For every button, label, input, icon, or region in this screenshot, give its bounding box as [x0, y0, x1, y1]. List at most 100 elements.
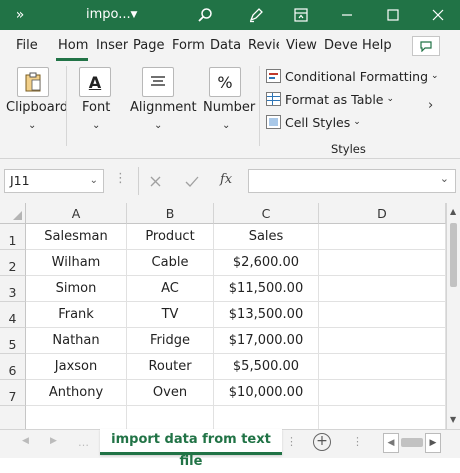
tab-formulas[interactable]: Form: [172, 38, 205, 53]
cell-b1[interactable]: Product: [127, 224, 214, 250]
cell-a1[interactable]: Salesman: [26, 224, 127, 250]
maximize-icon[interactable]: [383, 0, 403, 30]
row-header-6[interactable]: 6: [0, 354, 26, 380]
scroll-right-icon[interactable]: ▶: [425, 433, 441, 453]
conditional-formatting-button[interactable]: Conditional Formatting ⌄: [266, 67, 439, 85]
alignment-icon: [142, 67, 174, 97]
add-sheet-icon[interactable]: +: [313, 433, 331, 451]
column-header-b[interactable]: B: [127, 203, 214, 224]
dropdown-icon[interactable]: ▼: [128, 0, 140, 30]
row-header-5[interactable]: 5: [0, 328, 26, 354]
chevron-down-icon: ⌄: [353, 117, 361, 127]
row-header-2[interactable]: 2: [0, 250, 26, 276]
vertical-scrollbar[interactable]: ▲ ▼: [446, 203, 460, 429]
format-as-table-button[interactable]: Format as Table ⌄: [266, 90, 394, 108]
cell-a2[interactable]: Wilham: [26, 250, 127, 276]
cell-d2[interactable]: [319, 250, 446, 276]
cell-d8[interactable]: [319, 406, 446, 429]
more-icon: ⋮: [114, 171, 127, 186]
cell-a6[interactable]: Jaxson: [26, 354, 127, 380]
worksheet-grid: A B C D 1 2 3 4 5 6 7 Salesman Product S…: [0, 203, 446, 429]
column-header-d[interactable]: D: [319, 203, 446, 224]
row-header-4[interactable]: 4: [0, 302, 26, 328]
cell-d4[interactable]: [319, 302, 446, 328]
cell-c7[interactable]: $10,000.00: [214, 380, 319, 406]
conditional-formatting-icon: [266, 69, 281, 83]
tab-insert[interactable]: Inser: [96, 38, 128, 53]
cell-d3[interactable]: [319, 276, 446, 302]
prev-sheet-icon[interactable]: ◀: [22, 436, 29, 446]
sheet-tab[interactable]: import data from text file: [100, 429, 282, 469]
alignment-label: Alignment: [130, 100, 197, 115]
tab-data[interactable]: Data: [210, 38, 241, 53]
cell-c1[interactable]: Sales: [214, 224, 319, 250]
cell-d7[interactable]: [319, 380, 446, 406]
column-header-c[interactable]: C: [214, 203, 319, 224]
tab-developer[interactable]: Deve: [324, 38, 358, 53]
tab-file[interactable]: File: [16, 38, 38, 53]
name-box[interactable]: J11 ⌄: [4, 169, 104, 193]
cell-a8[interactable]: [26, 406, 127, 429]
cell-c2[interactable]: $2,600.00: [214, 250, 319, 276]
cell-d6[interactable]: [319, 354, 446, 380]
minimize-icon[interactable]: [337, 0, 357, 30]
scroll-left-icon[interactable]: ◀: [383, 433, 399, 453]
chevron-down-icon[interactable]: ⌄: [90, 170, 98, 192]
ribbon-separator: [259, 66, 260, 146]
more-sheets-icon[interactable]: ⋮: [286, 435, 297, 448]
more-sheets-icon[interactable]: …: [78, 436, 89, 449]
comments-icon[interactable]: [412, 36, 440, 56]
cell-d5[interactable]: [319, 328, 446, 354]
cell-b2[interactable]: Cable: [127, 250, 214, 276]
cell-b5[interactable]: Fridge: [127, 328, 214, 354]
cell-b8[interactable]: [127, 406, 214, 429]
cell-c6[interactable]: $5,500.00: [214, 354, 319, 380]
cell-a7[interactable]: Anthony: [26, 380, 127, 406]
cell-b4[interactable]: TV: [127, 302, 214, 328]
clipboard-label: Clipboard: [6, 100, 69, 115]
number-icon: %: [209, 67, 241, 97]
cell-c4[interactable]: $13,500.00: [214, 302, 319, 328]
row-header-8[interactable]: [0, 406, 26, 429]
cell-d1[interactable]: [319, 224, 446, 250]
active-tab-underline: [56, 58, 88, 61]
expand-formula-icon[interactable]: ⌄: [440, 172, 449, 185]
scroll-thumb[interactable]: [450, 223, 457, 287]
tab-page-layout[interactable]: Page: [133, 38, 164, 53]
tab-view[interactable]: View: [286, 38, 317, 53]
insert-function-icon[interactable]: fx: [220, 172, 232, 187]
cell-styles-button[interactable]: Cell Styles ⌄: [266, 113, 361, 131]
cell-c8[interactable]: [214, 406, 319, 429]
cell-a4[interactable]: Frank: [26, 302, 127, 328]
search-icon[interactable]: [195, 0, 215, 30]
cell-a5[interactable]: Nathan: [26, 328, 127, 354]
close-icon[interactable]: [428, 0, 448, 30]
cell-c5[interactable]: $17,000.00: [214, 328, 319, 354]
sheet-tab-bar: ◀ ▶ … import data from text file ⋮ + ⋮ ◀…: [0, 429, 460, 469]
cell-b7[interactable]: Oven: [127, 380, 214, 406]
tab-help[interactable]: Help: [362, 38, 392, 53]
row-header-7[interactable]: 7: [0, 380, 26, 406]
tab-home[interactable]: Hom: [58, 38, 88, 53]
restore-ribbon-icon[interactable]: [291, 0, 311, 30]
next-sheet-icon[interactable]: ▶: [50, 436, 57, 446]
row-header-3[interactable]: 3: [0, 276, 26, 302]
select-all-corner[interactable]: [0, 203, 26, 224]
horizontal-scroll-thumb[interactable]: [401, 438, 423, 447]
tab-review[interactable]: Revie: [248, 38, 279, 53]
cancel-icon[interactable]: [138, 167, 172, 195]
cell-a3[interactable]: Simon: [26, 276, 127, 302]
scroll-down-icon[interactable]: ▼: [450, 415, 456, 424]
formula-input[interactable]: ⌄: [248, 169, 456, 193]
cell-c3[interactable]: $11,500.00: [214, 276, 319, 302]
ribbon-scroll-right-icon[interactable]: ›: [428, 98, 433, 113]
more-commands-icon[interactable]: »: [10, 0, 30, 30]
pen-icon[interactable]: [246, 0, 266, 30]
alignment-chevron-icon: ⌄: [154, 120, 163, 131]
cell-b6[interactable]: Router: [127, 354, 214, 380]
row-header-1[interactable]: 1: [0, 224, 26, 250]
enter-icon[interactable]: [175, 167, 209, 195]
scroll-up-icon[interactable]: ▲: [450, 207, 456, 216]
column-header-a[interactable]: A: [26, 203, 127, 224]
cell-b3[interactable]: AC: [127, 276, 214, 302]
